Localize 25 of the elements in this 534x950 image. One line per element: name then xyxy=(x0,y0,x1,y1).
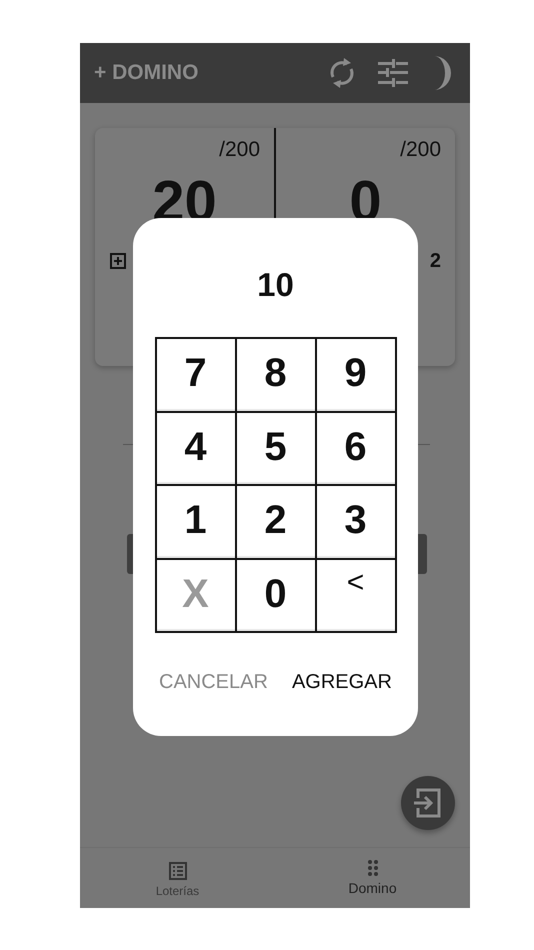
sliders-icon[interactable] xyxy=(378,59,408,87)
dots-icon xyxy=(368,860,378,876)
score-count: 2 xyxy=(430,250,441,272)
digit-key[interactable]: 8 xyxy=(236,339,314,410)
digit-key[interactable]: 0 xyxy=(236,560,314,631)
digit-key[interactable]: 9 xyxy=(316,339,394,410)
refresh-icon[interactable] xyxy=(328,57,356,89)
score-goal: /200 xyxy=(219,138,260,162)
digit-key[interactable]: 6 xyxy=(316,412,394,484)
digit-key[interactable]: 5 xyxy=(236,412,314,484)
digit-key[interactable]: 7 xyxy=(156,339,234,410)
backspace-key[interactable]: < xyxy=(316,560,394,631)
nav-tab[interactable]: Domino xyxy=(275,848,470,908)
plus-box-icon[interactable] xyxy=(109,252,127,270)
list-icon xyxy=(168,862,186,880)
add-button[interactable]: AGREGAR xyxy=(292,671,392,694)
login-icon xyxy=(414,788,442,818)
entered-value: 10 xyxy=(257,266,294,304)
digit-key[interactable]: 1 xyxy=(156,486,234,558)
digit-key[interactable]: 3 xyxy=(316,486,394,558)
score-goal: /200 xyxy=(400,138,441,162)
digit-key[interactable]: 4 xyxy=(156,412,234,484)
app-title: + DOMINO xyxy=(94,61,200,85)
digit-key[interactable]: 2 xyxy=(236,486,314,558)
login-button[interactable] xyxy=(401,776,455,830)
